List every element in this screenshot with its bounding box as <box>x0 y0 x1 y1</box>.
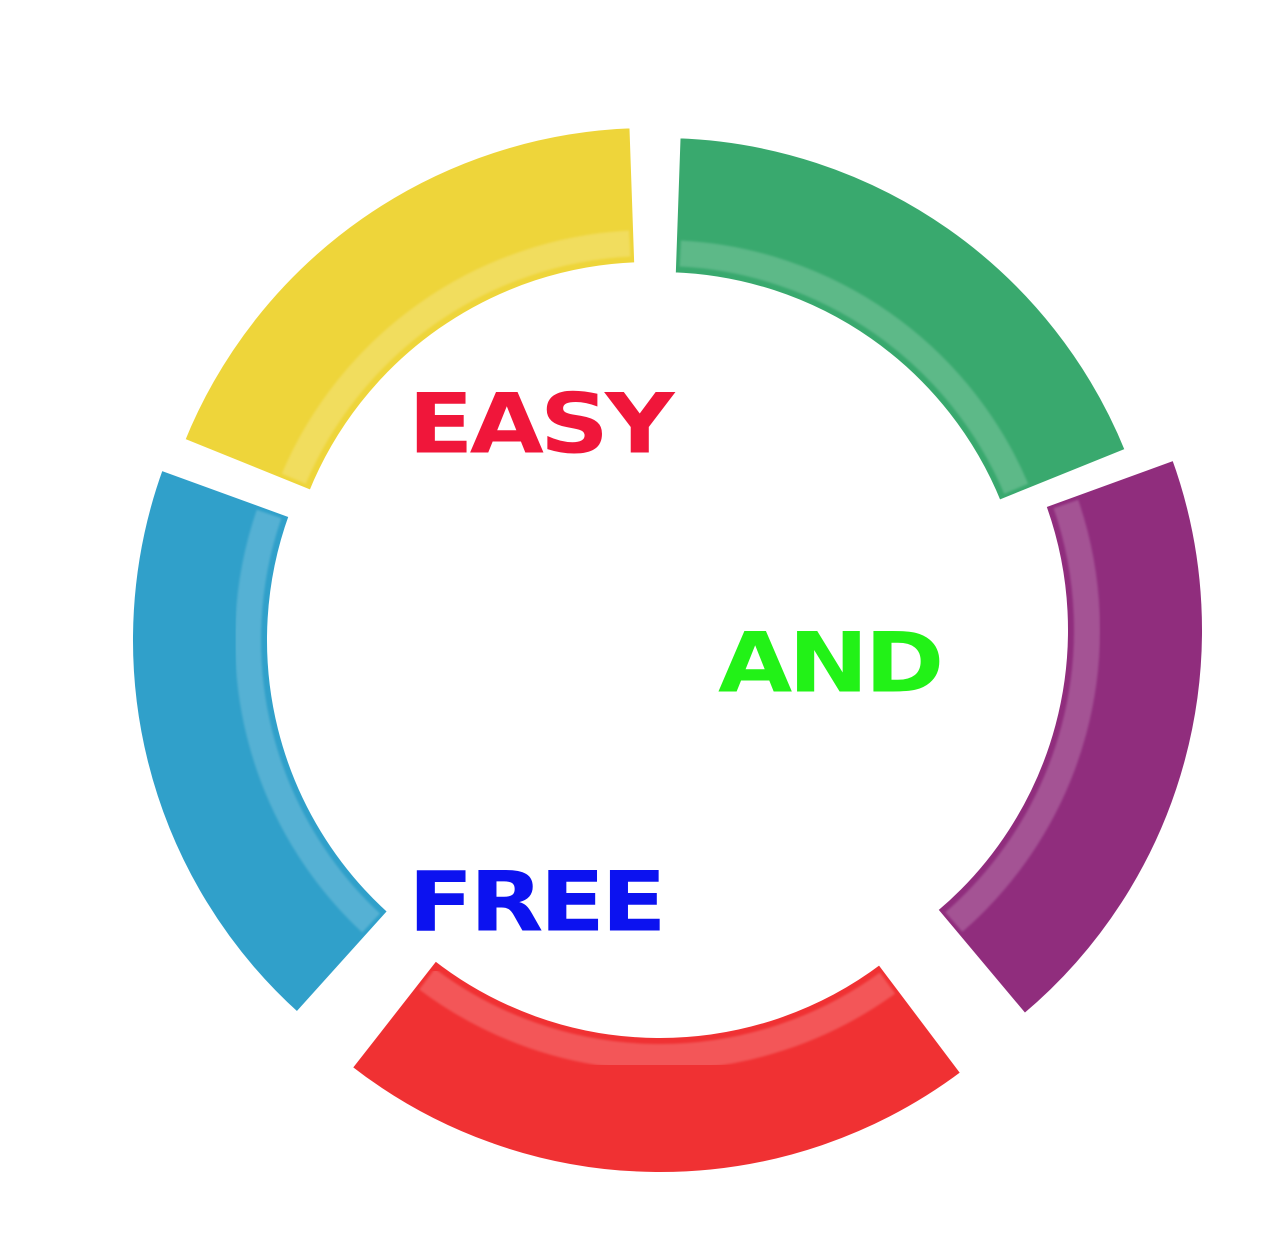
word-and: AND <box>718 615 944 712</box>
ring-diagram <box>127 122 1208 1178</box>
segment-green <box>669 132 1133 508</box>
circular-diagram: EASY AND FREE <box>0 0 1280 1234</box>
word-easy: EASY <box>408 376 675 473</box>
word-free: FREE <box>408 854 667 951</box>
